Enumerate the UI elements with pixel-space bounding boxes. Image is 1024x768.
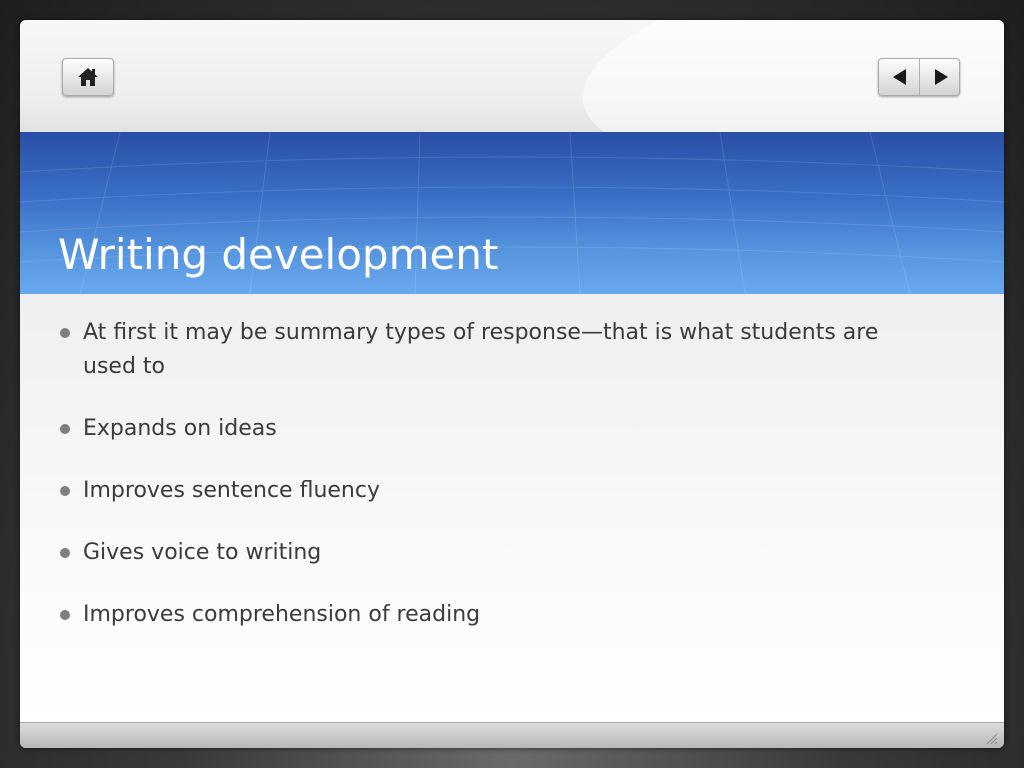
triangle-right-icon [934, 69, 948, 85]
bullet-text: Expands on ideas [83, 416, 277, 441]
home-button[interactable] [62, 58, 114, 96]
slide-content: At first it may be summary types of resp… [20, 294, 1004, 722]
title-band: Writing development [20, 132, 1004, 294]
bullet-text: Improves comprehension of reading [83, 602, 481, 627]
bullet-dot [60, 424, 70, 434]
bullet-item: At first it may be summary types of resp… [58, 316, 938, 384]
bullet-list: At first it may be summary types of resp… [58, 316, 938, 660]
slide-title: Writing development [58, 230, 499, 279]
bullet-dot [60, 610, 70, 620]
previous-slide-button[interactable] [879, 59, 920, 95]
slide-top-bar [20, 20, 1004, 132]
bullet-dot [60, 548, 70, 558]
bullet-text: Gives voice to writing [83, 540, 322, 565]
slide-bottom-bar [20, 722, 1004, 748]
bullet-item: Improves comprehension of reading [58, 598, 938, 632]
next-slide-button[interactable] [920, 59, 960, 95]
bullet-dot [60, 328, 70, 338]
bullet-item: Gives voice to writing [58, 536, 938, 570]
slide-navigation-buttons [878, 58, 960, 96]
bullet-text: At first it may be summary types of resp… [83, 320, 879, 379]
triangle-left-icon [893, 69, 906, 85]
bullet-item: Expands on ideas [58, 412, 938, 446]
slide: Writing development At first it may be s… [20, 20, 1004, 748]
home-icon [78, 68, 98, 86]
bullet-dot [60, 486, 70, 496]
bullet-item: Improves sentence fluency [58, 474, 938, 508]
bullet-text: Improves sentence fluency [83, 478, 380, 503]
resize-grip-icon[interactable] [984, 731, 998, 745]
